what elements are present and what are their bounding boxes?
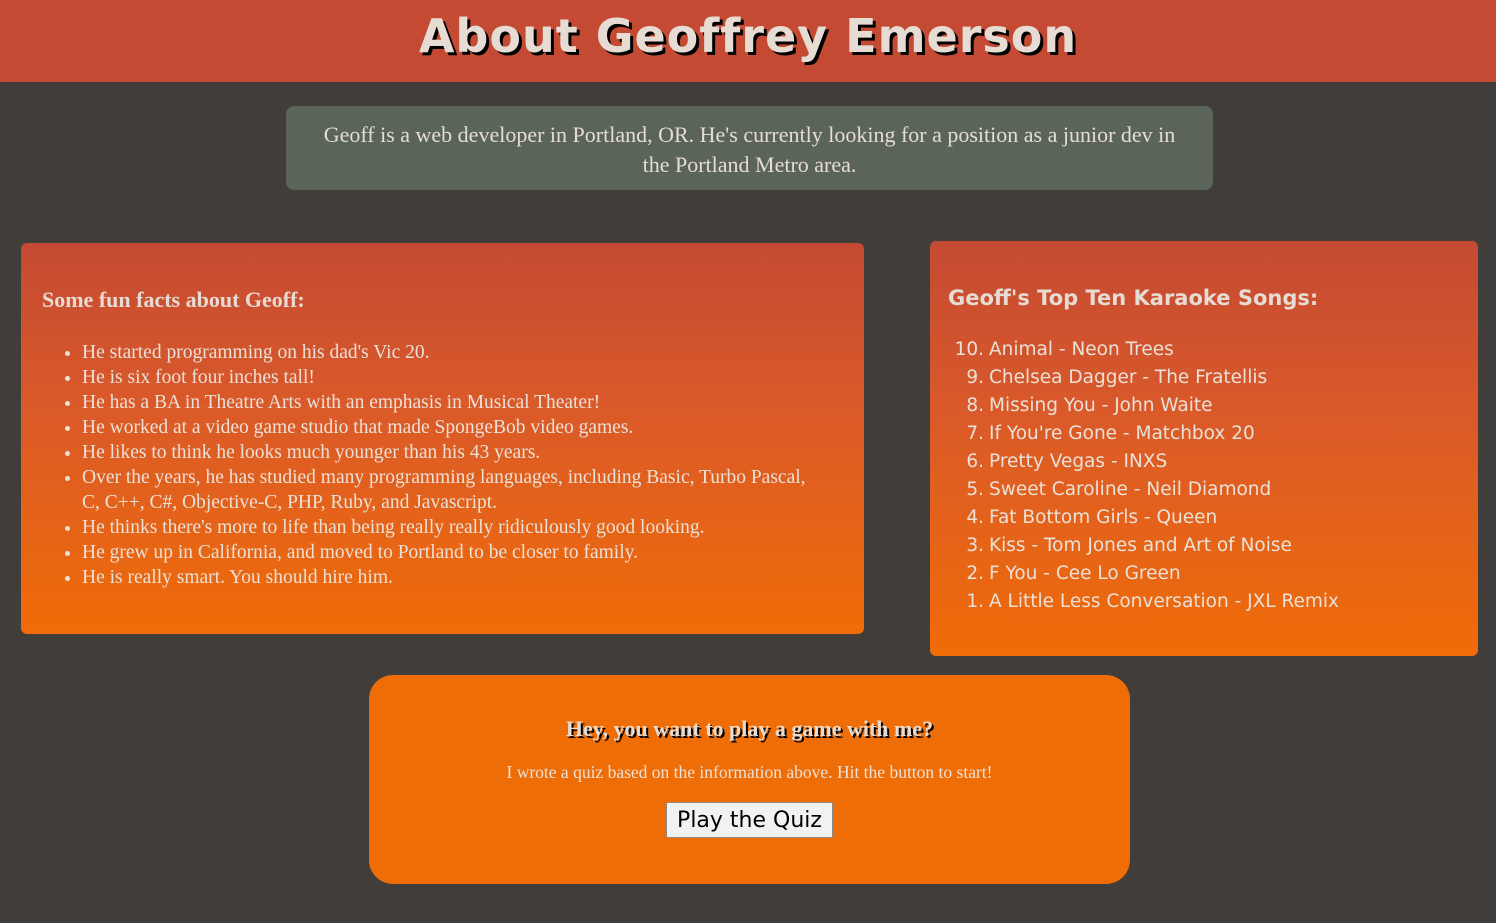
fun-facts-list: He started programming on his dad's Vic … xyxy=(42,340,822,590)
song-rank: 2. xyxy=(966,563,984,584)
song-rank: 5. xyxy=(966,479,984,500)
list-item: 7. If You're Gone - Matchbox 20 xyxy=(948,420,1478,448)
song-rank: 1. xyxy=(966,591,984,612)
song-title: Fat Bottom Girls - Queen xyxy=(989,507,1218,528)
song-title: Sweet Caroline - Neil Diamond xyxy=(989,479,1272,500)
intro-text: Geoff is a web developer in Portland, OR… xyxy=(323,122,1176,177)
list-item: 9. Chelsea Dagger - The Fratellis xyxy=(948,364,1478,392)
list-item: 3. Kiss - Tom Jones and Art of Noise xyxy=(948,532,1478,560)
song-rank: 3. xyxy=(966,535,984,556)
list-item: 2. F You - Cee Lo Green xyxy=(948,560,1478,588)
karaoke-heading: Geoff's Top Ten Karaoke Songs: xyxy=(948,286,1319,310)
list-item: 1. A Little Less Conversation - JXL Remix xyxy=(948,588,1478,616)
list-item: 10. Animal - Neon Trees xyxy=(948,336,1478,364)
quiz-description: I wrote a quiz based on the information … xyxy=(506,762,993,782)
quiz-panel: Hey, you want to play a game with me? I … xyxy=(369,675,1130,884)
list-item: He is six foot four inches tall! xyxy=(82,365,822,390)
list-item: 5. Sweet Caroline - Neil Diamond xyxy=(948,476,1478,504)
song-rank: 8. xyxy=(966,395,984,416)
song-rank: 9. xyxy=(966,367,984,388)
song-title: Missing You - John Waite xyxy=(989,395,1213,416)
song-title: If You're Gone - Matchbox 20 xyxy=(989,423,1255,444)
song-title: F You - Cee Lo Green xyxy=(989,563,1181,584)
list-item: He likes to think he looks much younger … xyxy=(82,440,822,465)
page-title: About Geoffrey Emerson xyxy=(418,9,1078,63)
fun-facts-panel: Some fun facts about Geoff: He started p… xyxy=(21,243,864,634)
song-title: Kiss - Tom Jones and Art of Noise xyxy=(989,535,1292,556)
list-item: 6. Pretty Vegas - INXS xyxy=(948,448,1478,476)
list-item: He started programming on his dad's Vic … xyxy=(82,340,822,365)
list-item: He worked at a video game studio that ma… xyxy=(82,415,822,440)
list-item: 4. Fat Bottom Girls - Queen xyxy=(948,504,1478,532)
fun-facts-heading: Some fun facts about Geoff: xyxy=(42,287,305,312)
list-item: He thinks there's more to life than bein… xyxy=(82,515,822,540)
song-title: Pretty Vegas - INXS xyxy=(989,451,1168,472)
karaoke-list: 10. Animal - Neon Trees 9. Chelsea Dagger … xyxy=(948,336,1478,616)
song-rank: 7. xyxy=(966,423,984,444)
quiz-heading: Hey, you want to play a game with me? xyxy=(565,716,934,741)
song-title: A Little Less Conversation - JXL Remix xyxy=(989,591,1339,612)
intro-box: Geoff is a web developer in Portland, OR… xyxy=(286,106,1213,190)
song-rank: 4. xyxy=(966,507,984,528)
list-item: Over the years, he has studied many prog… xyxy=(82,465,822,515)
karaoke-songs-panel: Geoff's Top Ten Karaoke Songs: 10. Animal… xyxy=(930,241,1478,656)
list-item: 8. Missing You - John Waite xyxy=(948,392,1478,420)
song-rank: 10. xyxy=(954,339,984,360)
song-rank: 6. xyxy=(966,451,984,472)
play-quiz-button[interactable]: Play the Quiz xyxy=(666,802,833,838)
list-item: He has a BA in Theatre Arts with an emph… xyxy=(82,390,822,415)
page-header: About Geoffrey Emerson xyxy=(0,0,1496,82)
list-item: He is really smart. You should hire him. xyxy=(82,565,822,590)
list-item: He grew up in California, and moved to P… xyxy=(82,540,822,565)
song-title: Animal - Neon Trees xyxy=(989,339,1174,360)
song-title: Chelsea Dagger - The Fratellis xyxy=(989,367,1268,388)
